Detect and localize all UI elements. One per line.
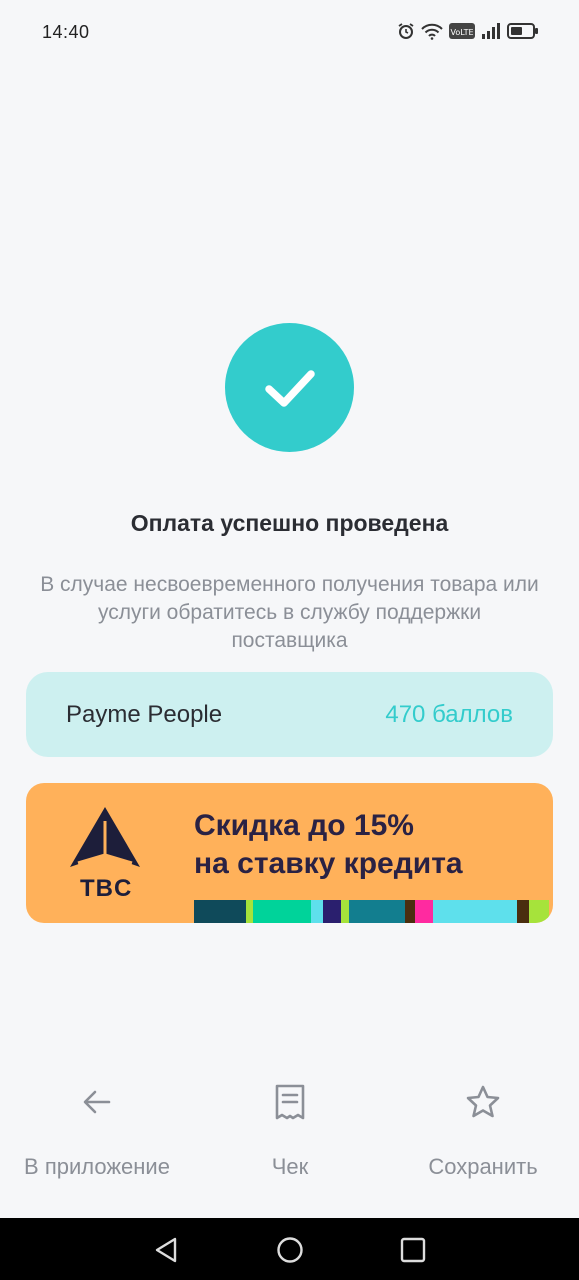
nav-back-icon xyxy=(155,1237,177,1263)
check-icon xyxy=(264,369,315,407)
banner-color-stripe xyxy=(194,900,549,923)
points-card[interactable]: Payme People 470 баллов xyxy=(26,672,553,757)
status-bar: 14:40 VoLTE xyxy=(0,0,579,66)
volte-label: VoLTE xyxy=(450,28,473,37)
arrow-left-icon xyxy=(83,1090,111,1114)
receipt-button[interactable]: Чек xyxy=(195,1080,385,1180)
banner-headline: Скидка до 15% на ставку кредита xyxy=(194,807,534,883)
system-navigation-bar xyxy=(0,1218,579,1280)
alarm-icon xyxy=(397,22,415,40)
wifi-icon xyxy=(421,22,443,40)
points-program-name: Payme People xyxy=(66,700,223,728)
status-icons: VoLTE xyxy=(397,22,539,40)
signal-icon xyxy=(481,22,501,40)
volte-icon: VoLTE xyxy=(449,22,475,40)
banner-line-1: Скидка до 15% xyxy=(194,809,414,842)
promo-banner[interactable]: TBC Скидка до 15% на ставку кредита xyxy=(26,783,553,923)
success-subtitle: В случае несвоевременного получения това… xyxy=(40,573,539,652)
nav-back-button[interactable] xyxy=(151,1235,181,1265)
battery-icon xyxy=(507,22,539,40)
nav-home-icon xyxy=(277,1237,303,1263)
success-title: Оплата успешно проведена xyxy=(130,510,449,536)
back-to-app-button[interactable]: В приложение xyxy=(2,1080,192,1180)
nav-recents-icon xyxy=(400,1237,426,1263)
nav-home-button[interactable] xyxy=(275,1235,305,1265)
tbc-logo-text: TBC xyxy=(80,875,133,902)
success-circle xyxy=(225,323,354,452)
star-icon xyxy=(466,1085,500,1118)
banner-line-2: на ставку кредита xyxy=(194,847,463,880)
save-label: Сохранить xyxy=(428,1154,538,1179)
save-button[interactable]: Сохранить xyxy=(388,1080,578,1180)
payment-success-screen: 14:40 VoLTE Оплата успешно проведена В с… xyxy=(0,0,579,1280)
nav-recents-button[interactable] xyxy=(398,1235,428,1265)
status-time: 14:40 xyxy=(42,22,90,42)
points-value: 470 баллов xyxy=(385,700,513,728)
back-to-app-label: В приложение xyxy=(24,1154,170,1179)
receipt-label: Чек xyxy=(271,1154,309,1179)
receipt-icon xyxy=(275,1084,305,1120)
